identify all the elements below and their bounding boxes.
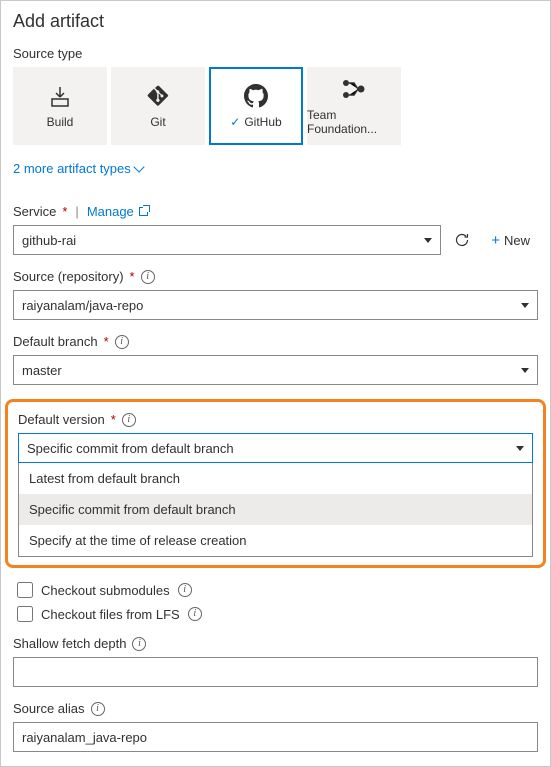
chevron-down-icon [521, 303, 529, 308]
version-option[interactable]: Specify at the time of release creation [19, 525, 532, 556]
version-dropdown: Latest from default branch Specific comm… [18, 463, 533, 557]
repo-label: Source (repository)* i [13, 269, 538, 284]
panel-title: Add artifact [13, 11, 538, 32]
git-icon [147, 83, 169, 109]
info-icon[interactable]: i [178, 583, 192, 597]
version-option[interactable]: Specific commit from default branch [19, 494, 532, 525]
tile-label: Build [47, 115, 74, 129]
info-icon[interactable]: i [91, 702, 105, 716]
info-icon[interactable]: i [132, 637, 146, 651]
repo-select[interactable]: raiyanalam/java-repo [13, 290, 538, 320]
chevron-down-icon [133, 161, 144, 172]
external-link-icon [139, 207, 148, 216]
tfvc-icon [342, 76, 366, 102]
tile-github[interactable]: ✓ GitHub [209, 67, 303, 145]
manage-link[interactable]: Manage [87, 204, 149, 219]
version-option[interactable]: Latest from default branch [19, 463, 532, 494]
chevron-down-icon [516, 446, 524, 451]
branch-label: Default branch* i [13, 334, 538, 349]
version-select[interactable]: Specific commit from default branch [18, 433, 533, 463]
version-label: Default version* i [18, 412, 533, 427]
check-icon: ✓ [230, 115, 240, 129]
service-label: Service* | Manage [13, 204, 538, 219]
tile-label: Team Foundation... [307, 108, 401, 136]
shallow-label: Shallow fetch depth i [13, 636, 538, 651]
chevron-down-icon [521, 368, 529, 373]
source-type-tiles: Build Git ✓ GitHub [13, 67, 538, 145]
alias-label: Source alias i [13, 701, 538, 716]
refresh-icon [454, 232, 470, 248]
tile-label: GitHub [244, 115, 281, 129]
checkout-submodules-label: Checkout submodules [41, 583, 170, 598]
info-icon[interactable]: i [188, 607, 202, 621]
chevron-down-icon [424, 238, 432, 243]
checkout-lfs-checkbox[interactable] [17, 606, 33, 622]
info-icon[interactable]: i [141, 270, 155, 284]
info-icon[interactable]: i [122, 413, 136, 427]
refresh-button[interactable] [447, 225, 477, 255]
build-icon [48, 83, 72, 109]
more-artifact-types-link[interactable]: 2 more artifact types [13, 161, 143, 176]
tile-git[interactable]: Git [111, 67, 205, 145]
alias-input[interactable] [13, 722, 538, 752]
source-type-label: Source type [13, 46, 538, 61]
new-button[interactable]: + New [483, 225, 538, 255]
checkout-submodules-checkbox[interactable] [17, 582, 33, 598]
checkout-lfs-label: Checkout files from LFS [41, 607, 180, 622]
branch-select[interactable]: master [13, 355, 538, 385]
tile-label: Git [150, 115, 165, 129]
shallow-input[interactable] [13, 657, 538, 687]
plus-icon: + [491, 232, 500, 249]
github-icon [244, 83, 268, 109]
tile-tfvc[interactable]: Team Foundation... [307, 67, 401, 145]
tile-build[interactable]: Build [13, 67, 107, 145]
default-version-highlight: Default version* i Specific commit from … [5, 399, 546, 568]
service-select[interactable]: github-rai [13, 225, 441, 255]
info-icon[interactable]: i [115, 335, 129, 349]
